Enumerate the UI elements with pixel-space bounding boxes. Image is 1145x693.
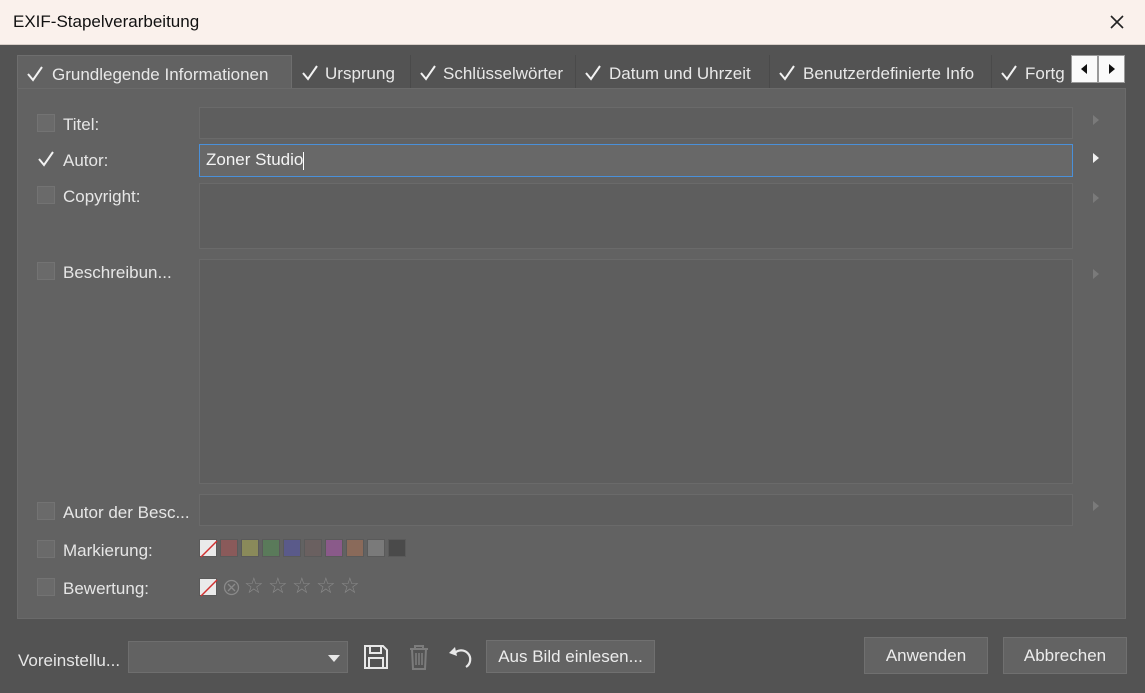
save-icon [364,645,388,669]
description-author-field[interactable] [199,494,1073,526]
tab-bar: Grundlegende Informationen Ursprung Schl… [17,55,1127,90]
star-icon[interactable]: ☆ [316,574,336,598]
rating-checkbox[interactable] [37,578,55,596]
tab-advanced[interactable]: Fortg [992,55,1072,88]
tab-label: Benutzerdefinierte Info [803,64,975,83]
undo-icon [449,647,472,668]
reset-button[interactable] [446,642,476,672]
no-color-swatch[interactable] [199,539,218,558]
color-swatch[interactable] [346,539,364,557]
author-checkbox[interactable] [37,150,55,168]
description-author-label: Autor der Besc... [63,503,190,522]
save-preset-button[interactable] [361,642,391,672]
window-title: EXIF-Stapelverarbeitung [13,12,200,31]
description-field[interactable] [199,259,1073,484]
text-cursor [303,151,305,170]
tab-checkbox-icon[interactable] [584,64,601,81]
tab-label: Schlüsselwörter [443,64,563,83]
read-from-image-button[interactable]: Aus Bild einlesen... [486,640,655,673]
dialog-body: Grundlegende Informationen Ursprung Schl… [0,45,1145,693]
checkmark-icon [38,151,54,167]
chevron-down-icon [328,655,340,662]
copyright-label: Copyright: [63,187,141,206]
description-label: Beschreibun... [63,263,172,282]
tab-label: Ursprung [325,64,395,83]
tab-checkbox-icon[interactable] [301,64,318,81]
color-swatch[interactable] [262,539,280,557]
rating-widget: ☆ ☆ ☆ ☆ ☆ [199,574,399,598]
color-swatch[interactable] [241,539,259,557]
tab-scroll-left-button[interactable] [1071,55,1098,83]
star-icon[interactable]: ☆ [340,574,360,598]
cancel-button[interactable]: Abbrechen [1003,637,1127,674]
star-icon[interactable]: ☆ [292,574,312,598]
no-color-icon [200,579,218,597]
title-bar: EXIF-Stapelverarbeitung [0,0,1145,45]
description-author-checkbox[interactable] [37,502,55,520]
tab-checkbox-icon[interactable] [26,65,43,82]
description-menu-arrow-icon[interactable] [1091,268,1101,280]
color-swatch[interactable] [325,539,343,557]
title-checkbox[interactable] [37,114,55,132]
close-icon[interactable] [1100,6,1134,38]
color-swatch[interactable] [304,539,322,557]
arrow-right-icon [1109,64,1115,74]
preset-dropdown[interactable] [128,641,348,673]
tab-checkbox-icon[interactable] [419,64,436,81]
title-label: Titel: [63,115,100,134]
arrow-left-icon [1081,64,1087,74]
color-swatch[interactable] [283,539,301,557]
no-rating-swatch[interactable] [199,578,218,597]
author-label: Autor: [63,151,109,170]
apply-button[interactable]: Anwenden [864,637,988,674]
tab-origin[interactable]: Ursprung [293,55,411,88]
tab-label: Grundlegende Informationen [52,65,269,84]
tab-label: Fortg [1025,64,1065,83]
copyright-checkbox[interactable] [37,186,55,204]
tab-checkbox-icon[interactable] [778,64,795,81]
tab-checkbox-icon[interactable] [1000,64,1017,81]
description-checkbox[interactable] [37,262,55,280]
author-field-value: Zoner Studio [206,150,304,169]
copyright-menu-arrow-icon[interactable] [1091,192,1101,204]
tab-basic-info[interactable]: Grundlegende Informationen [17,55,292,90]
tab-scroll-right-button[interactable] [1098,55,1125,83]
copyright-field[interactable] [199,183,1073,249]
reject-icon[interactable] [223,579,240,596]
basic-info-panel: Titel: Autor: Zoner Studio Copyright: Be… [17,88,1126,619]
tab-label: Datum und Uhrzeit [609,64,751,83]
trash-icon [410,645,428,670]
description-author-menu-arrow-icon[interactable] [1091,500,1101,512]
title-menu-arrow-icon[interactable] [1091,114,1101,126]
color-swatch[interactable] [388,539,406,557]
title-field[interactable] [199,107,1073,139]
star-icon[interactable]: ☆ [268,574,288,598]
tab-custom-info[interactable]: Benutzerdefinierte Info [770,55,992,88]
tab-date-time[interactable]: Datum und Uhrzeit [576,55,770,88]
preset-label: Voreinstellu... [18,651,121,670]
star-icon[interactable]: ☆ [244,574,264,598]
color-swatch[interactable] [367,539,385,557]
author-menu-arrow-icon[interactable] [1091,152,1101,164]
tab-keywords[interactable]: Schlüsselwörter [411,55,576,88]
color-swatch[interactable] [220,539,238,557]
marking-swatches [199,539,429,559]
author-field[interactable]: Zoner Studio [199,144,1073,177]
delete-preset-button[interactable] [404,642,434,672]
rating-label: Bewertung: [63,579,149,598]
no-color-icon [200,540,218,558]
marking-checkbox[interactable] [37,540,55,558]
marking-label: Markierung: [63,541,153,560]
